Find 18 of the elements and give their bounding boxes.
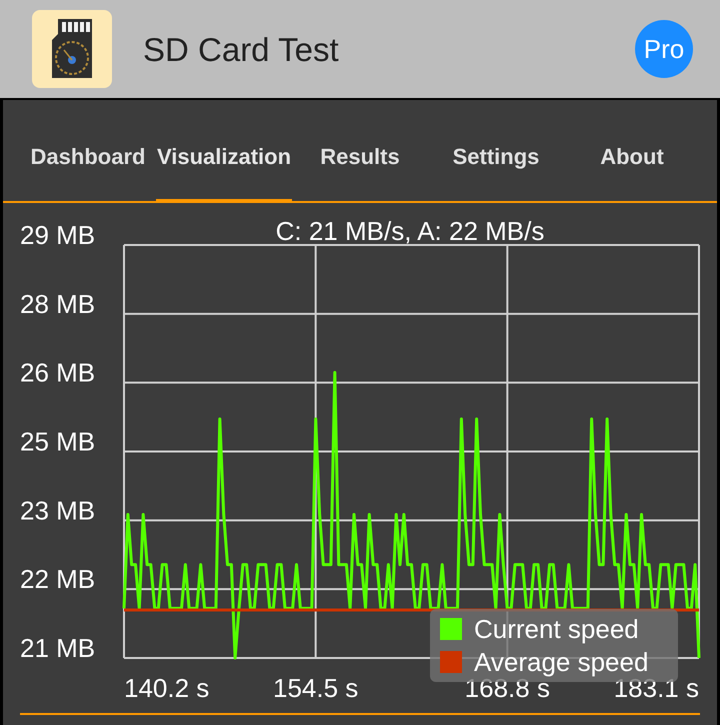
sd-card-icon — [32, 10, 112, 88]
axis-label: 154.5 s — [273, 673, 358, 703]
legend-label: Current speed — [474, 614, 639, 644]
tab[interactable]: Visualization — [156, 133, 292, 203]
axis-label: 21 MB — [20, 633, 96, 663]
axis-label: 140.2 s — [124, 673, 210, 703]
axis-label: 22 MB — [20, 564, 96, 594]
axis-label: 29 MB — [20, 220, 96, 250]
tab[interactable]: Dashboard — [20, 133, 156, 203]
axis-label: 25 MB — [20, 426, 96, 456]
tab[interactable]: Results — [292, 133, 428, 203]
axis-label: 26 MB — [20, 358, 96, 388]
chart-title: C: 21 MB/s, A: 22 MB/s — [276, 216, 544, 246]
axis-label: 23 MB — [20, 495, 96, 526]
app-title: SD Card Test — [143, 32, 339, 66]
tab[interactable]: Settings — [428, 133, 564, 203]
tab[interactable]: About — [564, 133, 700, 203]
axis-label: 28 MB — [20, 288, 96, 319]
